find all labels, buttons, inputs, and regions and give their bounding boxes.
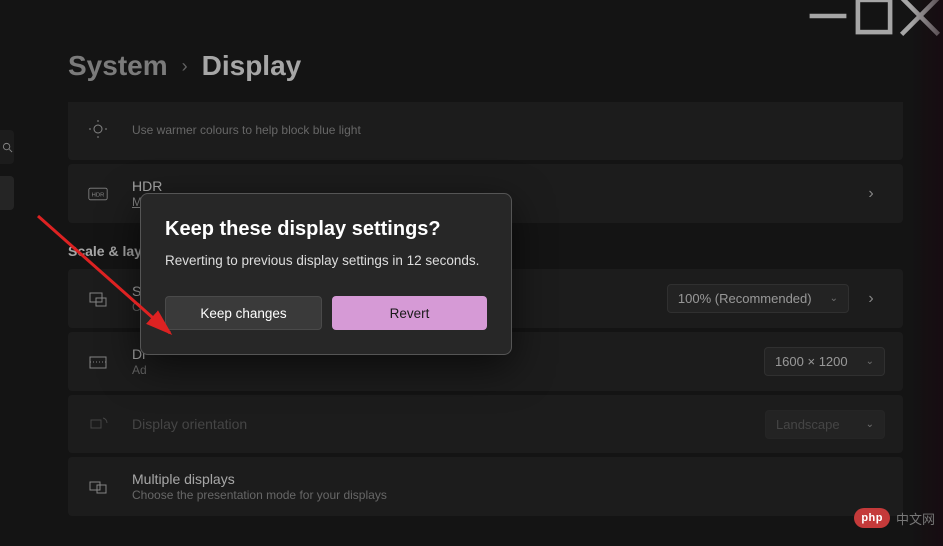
watermark-badge: php (854, 508, 890, 528)
dialog-title: Keep these display settings? (165, 218, 487, 241)
keep-settings-dialog: Keep these display settings? Reverting t… (140, 193, 512, 355)
watermark: php 中文网 (854, 508, 935, 528)
revert-button[interactable]: Revert (332, 296, 487, 330)
dialog-body: Reverting to previous display settings i… (165, 253, 487, 268)
watermark-text: 中文网 (896, 509, 935, 528)
keep-changes-button[interactable]: Keep changes (165, 296, 322, 330)
